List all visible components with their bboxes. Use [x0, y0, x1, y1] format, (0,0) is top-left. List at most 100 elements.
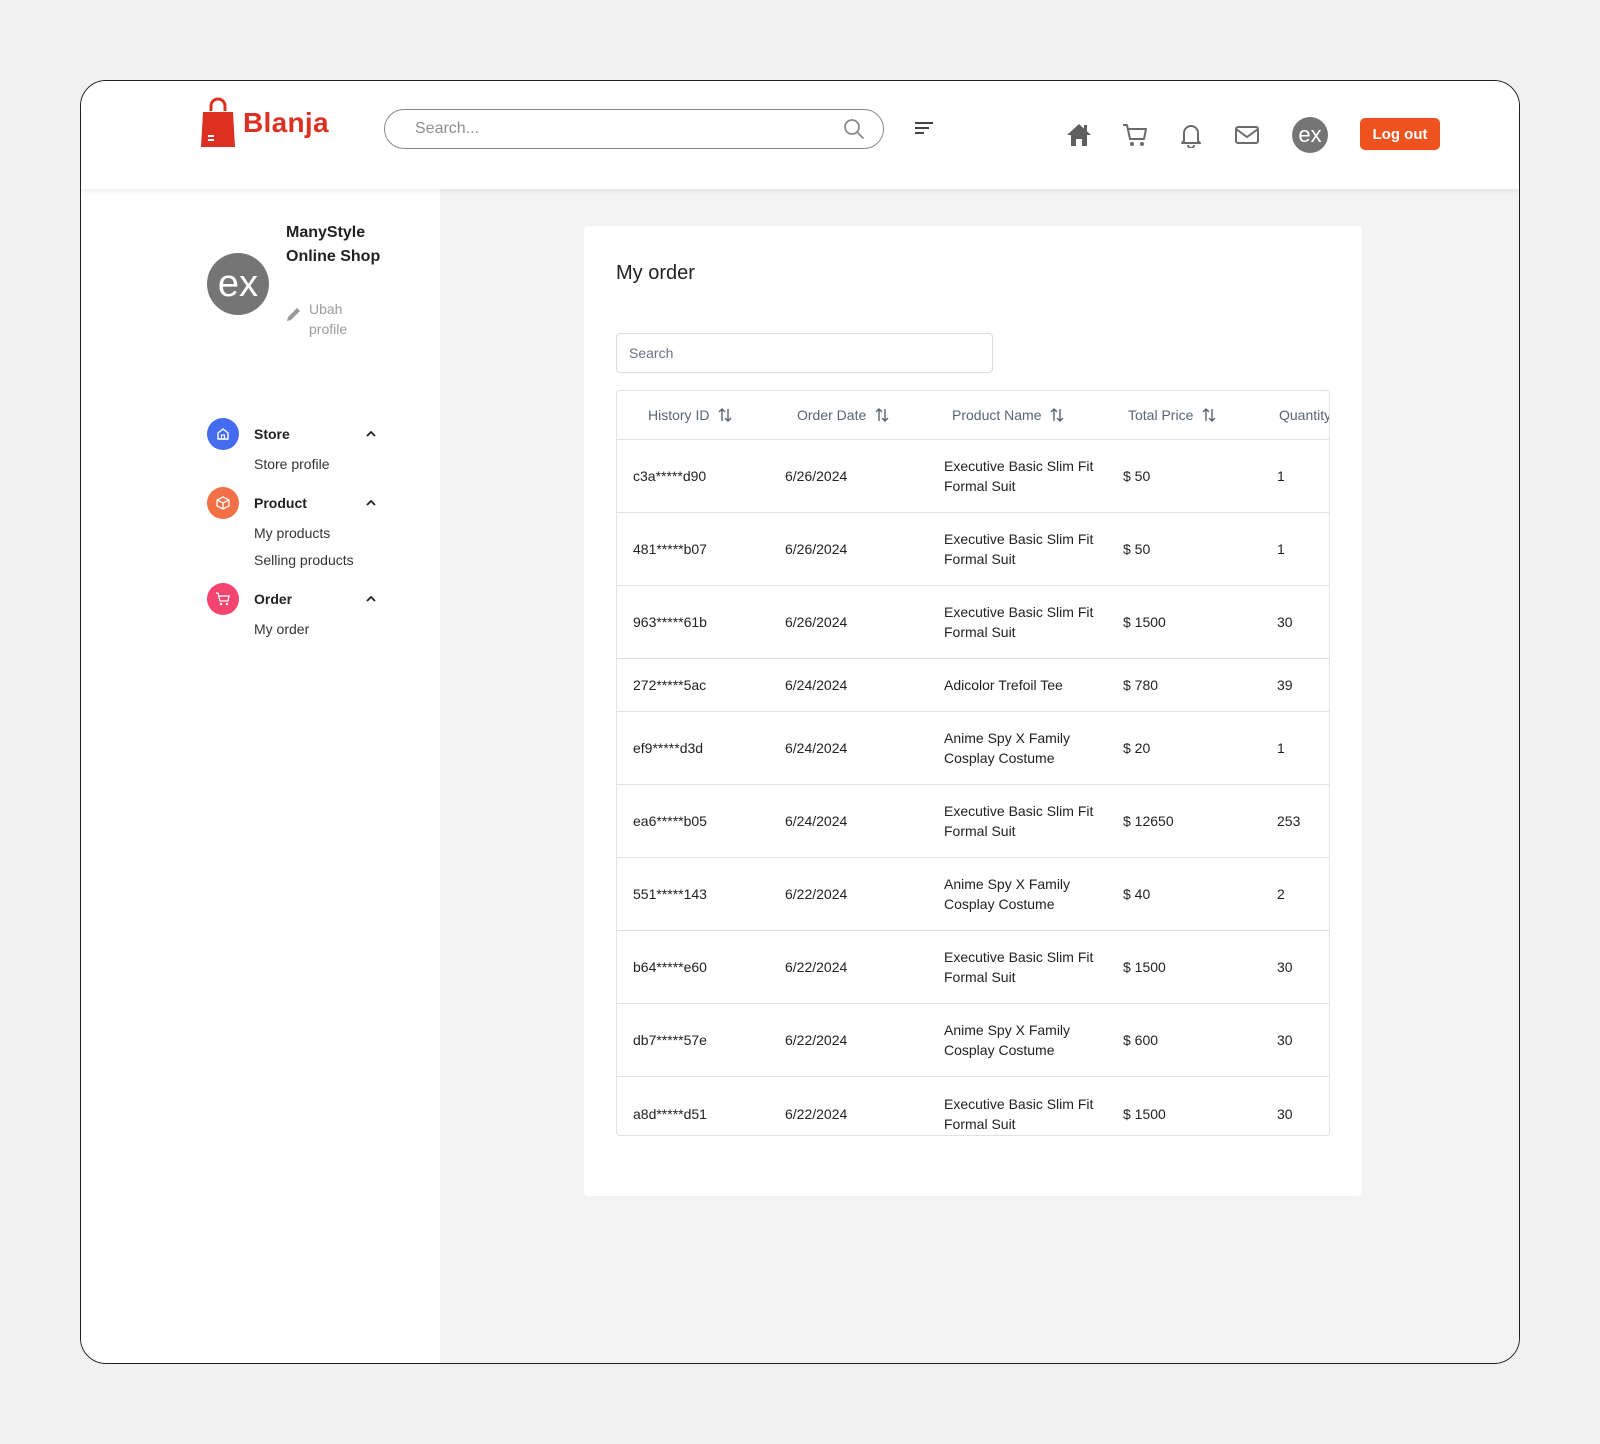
column-quantity[interactable]: Quantity [1279, 407, 1330, 423]
chevron-up-icon[interactable] [365, 497, 377, 509]
cell-total-price: $ 1500 [1123, 1105, 1166, 1122]
cell-history-id: a8d*****d51 [633, 1105, 707, 1122]
sort-icon [1050, 408, 1064, 422]
home-icon [1067, 124, 1091, 146]
sort-icon [1202, 408, 1216, 422]
sidebar-item-store-profile[interactable]: Store profile [254, 451, 377, 478]
table-row[interactable]: 551*****143 6/22/2024 Anime Spy X Family… [617, 858, 1329, 931]
cell-total-price: $ 600 [1123, 1032, 1159, 1048]
sort-icon [875, 408, 889, 422]
cell-quantity: 30 [1277, 959, 1293, 975]
cell-quantity: 2 [1277, 886, 1285, 902]
cell-history-id: ea6*****b05 [633, 813, 707, 829]
cell-product-name: Executive Basic Slim Fit Formal Suit [944, 604, 1094, 640]
cell-product-name: Executive Basic Slim Fit Formal Suit [944, 531, 1094, 567]
store-avatar: ex [207, 253, 269, 315]
logout-button[interactable]: Log out [1360, 118, 1440, 150]
order-search-input[interactable] [616, 333, 993, 373]
cell-history-id: 963*****61b [633, 614, 707, 630]
table-row[interactable]: b64*****e60 6/22/2024 Executive Basic Sl… [617, 931, 1329, 1004]
home-button[interactable] [1064, 120, 1094, 150]
cell-order-date: 6/22/2024 [785, 959, 848, 975]
cell-quantity: 39 [1277, 677, 1293, 693]
cell-order-date: 6/22/2024 [785, 886, 848, 902]
sidebar-item-selling-products[interactable]: Selling products [254, 547, 377, 574]
cell-quantity: 1 [1277, 541, 1285, 557]
order-card: My order History ID Order Date Product N… [584, 226, 1362, 1196]
cell-total-price: $ 12650 [1123, 813, 1174, 829]
column-label: Quantity [1279, 407, 1330, 423]
page-title: My order [616, 262, 695, 284]
menu-head-store[interactable]: Store [207, 417, 377, 451]
sidebar-menu: Store Store profile Product My products [207, 417, 377, 651]
menu-group-product: Product My products Selling products [207, 486, 377, 574]
search-icon[interactable] [843, 118, 865, 140]
brand-name: Blanja [243, 107, 329, 138]
cell-history-id: c3a*****d90 [633, 468, 707, 484]
messages-button[interactable] [1232, 120, 1262, 150]
global-search[interactable] [384, 109, 884, 149]
column-label: Product Name [952, 407, 1042, 423]
cell-quantity: 30 [1277, 614, 1293, 630]
sidebar-item-my-products[interactable]: My products [254, 520, 377, 547]
column-history-id[interactable]: History ID [648, 407, 733, 423]
chevron-up-icon[interactable] [365, 593, 377, 605]
table-row[interactable]: 481*****b07 6/26/2024 Executive Basic Sl… [617, 513, 1329, 586]
column-label: History ID [648, 407, 710, 423]
cell-product-name: Anime Spy X Family Cosplay Costume [944, 730, 1071, 766]
cell-quantity: 1 [1277, 740, 1285, 756]
cell-history-id: ef9*****d3d [633, 740, 704, 756]
menu-group-store: Store Store profile [207, 417, 377, 478]
cell-order-date: 6/22/2024 [785, 1032, 848, 1048]
menu-head-order[interactable]: Order [207, 582, 377, 616]
user-avatar[interactable]: ex [1292, 117, 1328, 153]
table-row[interactable]: ef9*****d3d 6/24/2024 Anime Spy X Family… [617, 712, 1329, 785]
brand-logo[interactable]: Blanja [199, 97, 329, 149]
cell-order-date: 6/26/2024 [785, 468, 848, 484]
edit-profile-link[interactable]: Ubah profile [285, 299, 359, 339]
menu-head-product[interactable]: Product [207, 486, 377, 520]
cell-product-name: Adicolor Trefoil Tee [944, 677, 1063, 693]
cell-total-price: $ 20 [1123, 740, 1151, 756]
cell-order-date: 6/24/2024 [785, 740, 848, 756]
table-row[interactable]: db7*****57e 6/22/2024 Anime Spy X Family… [617, 1004, 1329, 1077]
table-row[interactable]: a8d*****d51 6/22/2024 Executive Basic Sl… [617, 1077, 1329, 1135]
edit-profile-label: Ubah profile [309, 301, 348, 337]
cell-product-name: Executive Basic Slim Fit Formal Suit [944, 458, 1094, 494]
cell-history-id: 481*****b07 [633, 541, 707, 557]
cart-button[interactable] [1120, 120, 1150, 150]
column-total-price[interactable]: Total Price [1128, 407, 1217, 423]
cart-icon [207, 583, 239, 615]
table-row[interactable]: 272*****5ac 6/24/2024 Adicolor Trefoil T… [617, 659, 1329, 712]
table-row[interactable]: 963*****61b 6/26/2024 Executive Basic Sl… [617, 586, 1329, 659]
cell-product-name: Executive Basic Slim Fit Formal Suit [944, 949, 1094, 985]
cell-order-date: 6/26/2024 [785, 614, 848, 630]
cell-order-date: 6/24/2024 [785, 677, 848, 693]
cell-history-id: db7*****57e [633, 1032, 707, 1048]
chevron-up-icon[interactable] [365, 428, 377, 440]
column-order-date[interactable]: Order Date [797, 407, 890, 423]
order-table: History ID Order Date Product Name Total… [616, 390, 1330, 1136]
menu-group-order: Order My order [207, 582, 377, 643]
filter-icon[interactable] [913, 117, 937, 141]
table-row[interactable]: c3a*****d90 6/26/2024 Executive Basic Sl… [617, 440, 1329, 513]
pencil-icon [287, 308, 300, 321]
column-product-name[interactable]: Product Name [952, 407, 1065, 423]
cell-quantity: 30 [1277, 1032, 1293, 1048]
cell-total-price: $ 40 [1123, 886, 1151, 902]
home-icon [207, 418, 239, 450]
cell-quantity: 253 [1277, 813, 1301, 829]
shopping-bag-icon [201, 97, 235, 147]
sidebar-item-my-order[interactable]: My order [254, 616, 377, 643]
table-row[interactable]: ea6*****b05 6/24/2024 Executive Basic Sl… [617, 785, 1329, 858]
cell-history-id: b64*****e60 [633, 959, 707, 975]
nav-icons: ex [1064, 117, 1328, 153]
cart-icon [1123, 124, 1147, 146]
app-window: Blanja Search... ex Log out ex ManyStyle… [80, 80, 1520, 1364]
notifications-button[interactable] [1176, 120, 1206, 150]
search-input[interactable] [415, 120, 843, 138]
cell-history-id: 551*****143 [633, 886, 707, 902]
cell-order-date: 6/26/2024 [785, 541, 848, 557]
sort-icon [718, 408, 732, 422]
cell-total-price: $ 50 [1123, 541, 1151, 557]
